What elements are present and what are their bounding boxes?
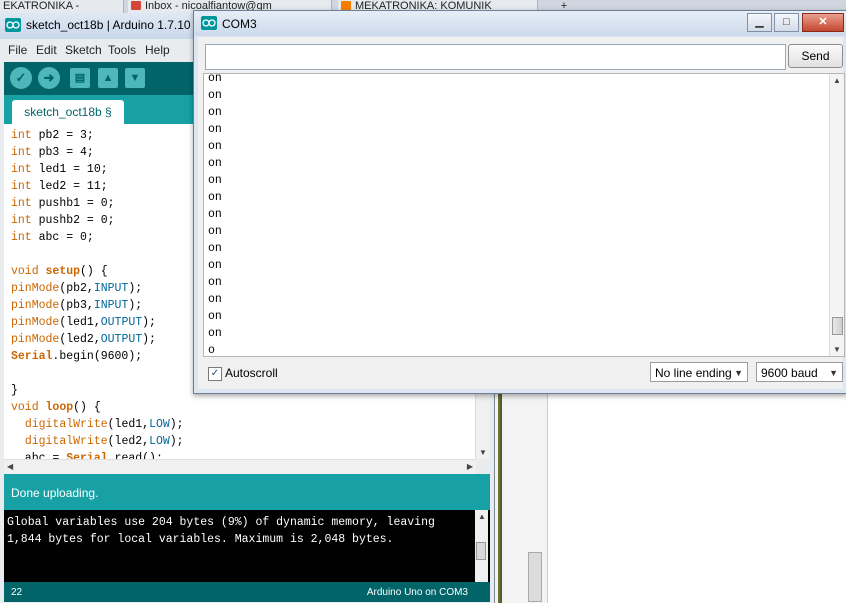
checkmark-icon: ✓ (210, 368, 220, 379)
save-sketch-button[interactable]: ▼ (125, 68, 145, 88)
serial-output-lines: on on on on on on on on on on on on on on on on o (208, 73, 222, 357)
serial-monitor-window: COM3 ▁ □ ✕ Send on on on on on on on on on on on on… (193, 10, 846, 394)
minimize-icon: ▁ (755, 16, 764, 28)
scroll-up-icon[interactable]: ▲ (833, 76, 841, 85)
line-ending-value: No line ending (655, 366, 732, 380)
arrow-right-icon: ➜ (43, 70, 55, 85)
ide-status-bar: Done uploading. (4, 474, 490, 510)
scroll-up-icon[interactable]: ▲ (478, 512, 486, 521)
baud-rate-value: 9600 baud (761, 366, 818, 380)
editor-horizontal-scrollbar[interactable]: ◀ ▶ (4, 459, 476, 474)
minimize-button[interactable]: ▁ (747, 13, 772, 32)
serial-title-bar: COM3 ▁ □ ✕ (194, 11, 846, 36)
arduino-logo-icon (201, 16, 217, 30)
scroll-down-icon[interactable]: ▼ (833, 345, 841, 354)
document-icon: ▤ (74, 72, 86, 84)
code-text: int pb2 = 3; int pb3 = 4; int led1 = 10;… (11, 129, 184, 459)
scroll-right-icon[interactable]: ▶ (467, 462, 473, 471)
menu-file[interactable]: File (8, 43, 27, 57)
console-text: Global variables use 204 bytes (9%) of d… (7, 514, 435, 548)
serial-output-line: on (208, 293, 222, 306)
browser-tab-mekatronika[interactable]: EKATRONIKA - (0, 0, 124, 13)
background-scrollbar (528, 552, 542, 602)
serial-output-line: on (208, 106, 222, 119)
serial-output: on on on on on on on on on on on on on on on on o ▲ ▼ (203, 73, 845, 357)
serial-output-line: on (208, 123, 222, 136)
serial-window-title: COM3 (222, 17, 257, 31)
board-port-label: Arduino Uno on COM3 (366, 587, 468, 598)
checkmark-icon: ✓ (15, 70, 27, 85)
chevron-down-icon: ▼ (829, 368, 838, 378)
ide-window-title: sketch_oct18b | Arduino 1.7.10 (26, 18, 191, 32)
background-window-edge (498, 392, 502, 603)
maximize-icon: □ (783, 16, 790, 28)
console-scroll-thumb[interactable] (476, 542, 486, 560)
serial-output-line: on (208, 174, 222, 187)
serial-output-line: on (208, 191, 222, 204)
scroll-down-icon[interactable]: ▼ (479, 448, 487, 457)
arrow-down-icon: ▼ (129, 72, 141, 84)
arduino-logo-icon (5, 18, 21, 32)
serial-output-line: on (208, 208, 222, 221)
verify-button[interactable]: ✓ (10, 67, 32, 89)
serial-output-line: o (208, 344, 215, 357)
close-button[interactable]: ✕ (802, 13, 844, 32)
arrow-up-icon: ▲ (102, 72, 114, 84)
upload-button[interactable]: ➜ (38, 67, 60, 89)
serial-output-line: on (208, 327, 222, 340)
serial-output-line: on (208, 225, 222, 238)
gmail-icon (131, 1, 141, 10)
autoscroll-checkbox[interactable]: ✓ (208, 367, 222, 381)
chevron-down-icon: ▼ (734, 368, 743, 378)
console-line: Global variables use 204 bytes (9%) of d… (7, 516, 435, 529)
serial-output-line: on (208, 259, 222, 272)
open-sketch-button[interactable]: ▲ (98, 68, 118, 88)
serial-body: Send on on on on on on on on on on on on on on on on o ▲… (198, 37, 845, 389)
line-number: 22 (11, 587, 23, 598)
status-message: Done uploading. (11, 486, 99, 500)
maximize-button[interactable]: □ (774, 13, 799, 32)
serial-output-scrollbar[interactable]: ▲ ▼ (829, 74, 844, 356)
blogger-icon (341, 1, 351, 10)
console-line: 1,844 bytes for local variables. Maximum… (7, 533, 394, 546)
serial-output-line: on (208, 242, 222, 255)
sketch-tab[interactable]: sketch_oct18b § (12, 100, 124, 124)
scroll-left-icon[interactable]: ◀ (7, 462, 13, 471)
serial-output-line: on (208, 157, 222, 170)
baud-rate-select[interactable]: 9600 baud ▼ (756, 362, 843, 382)
serial-output-line: on (208, 140, 222, 153)
autoscroll-label: Autoscroll (225, 366, 278, 380)
send-button[interactable]: Send (788, 44, 843, 68)
serial-input-field[interactable] (205, 44, 786, 70)
background-window-strip (495, 392, 548, 603)
close-icon: ✕ (818, 16, 828, 28)
serial-output-line: on (208, 89, 222, 102)
serial-output-line: on (208, 310, 222, 323)
serial-options-bar: ✓ Autoscroll No line ending ▼ 9600 baud … (198, 359, 843, 389)
serial-output-line: on (208, 73, 222, 85)
menu-help[interactable]: Help (145, 43, 170, 57)
new-sketch-button[interactable]: ▤ (70, 68, 90, 88)
line-ending-select[interactable]: No line ending ▼ (650, 362, 748, 382)
menu-sketch[interactable]: Sketch (65, 43, 102, 57)
serial-scroll-thumb[interactable] (832, 317, 843, 335)
menu-tools[interactable]: Tools (108, 43, 136, 57)
browser-tab-label: EKATRONIKA - (3, 0, 80, 12)
serial-output-line: on (208, 276, 222, 289)
menu-edit[interactable]: Edit (36, 43, 57, 57)
ide-console: Global variables use 204 bytes (9%) of d… (4, 510, 490, 582)
console-scrollbar[interactable]: ▲ (475, 510, 488, 582)
ide-footer: 22 Arduino Uno on COM3 (4, 582, 490, 602)
